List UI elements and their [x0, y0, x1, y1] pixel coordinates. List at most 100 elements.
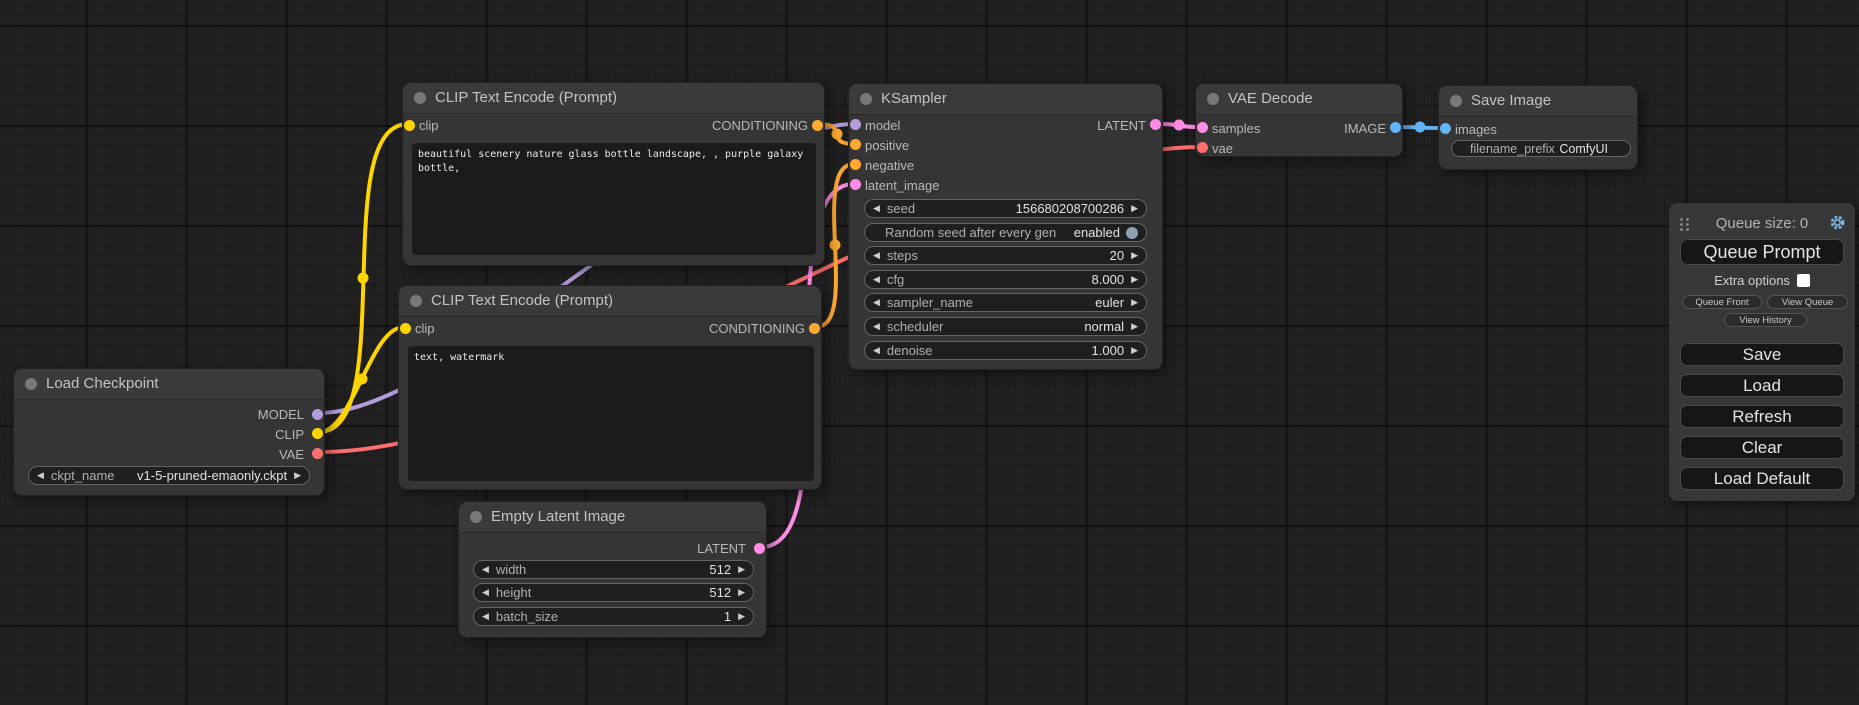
left-arrow-icon[interactable]: ◀ — [873, 341, 880, 360]
gear-icon[interactable] — [1829, 214, 1846, 231]
model-input-port[interactable] — [850, 119, 861, 130]
clip-input-port[interactable] — [404, 120, 415, 131]
left-arrow-icon[interactable]: ◀ — [873, 293, 880, 312]
random-seed-toggle-widget[interactable]: Random seed after every gen enabled — [864, 223, 1147, 242]
widget-label: ckpt_name — [51, 468, 115, 483]
vae-decode-node[interactable]: VAE Decode samples IMAGE vae — [1195, 83, 1403, 157]
node-title-bar[interactable]: KSampler — [849, 84, 1162, 115]
positive-input-port[interactable] — [850, 139, 861, 150]
latent-output-port[interactable] — [754, 543, 765, 554]
steps-widget[interactable]: ◀ steps 20 ▶ — [864, 246, 1147, 265]
node-title-bar[interactable]: CLIP Text Encode (Prompt) — [403, 83, 824, 114]
right-arrow-icon[interactable]: ▶ — [1131, 317, 1138, 336]
image-output-port[interactable] — [1390, 122, 1401, 133]
widget-label: Random seed after every gen — [885, 225, 1056, 240]
vae-output-port[interactable] — [312, 448, 323, 459]
extra-options-checkbox[interactable] — [1797, 274, 1810, 287]
right-arrow-icon[interactable]: ▶ — [1131, 270, 1138, 289]
conditioning-output-port[interactable] — [812, 120, 823, 131]
queue-panel[interactable]: Queue size: 0 Queue Prompt Extra options… — [1669, 203, 1855, 501]
link-midpoint-dot — [357, 374, 368, 385]
right-arrow-icon[interactable]: ▶ — [1131, 199, 1138, 218]
negative-input-port[interactable] — [850, 159, 861, 170]
link-midpoint-dot — [830, 240, 841, 251]
widget-value: 512 — [709, 585, 731, 600]
left-arrow-icon[interactable]: ◀ — [482, 560, 489, 579]
latent-output-port[interactable] — [1150, 119, 1161, 130]
latent-image-input-port[interactable] — [850, 179, 861, 190]
view-history-button[interactable]: View History — [1724, 313, 1807, 327]
save-image-node[interactable]: Save Image images filename_prefix ComfyU… — [1438, 85, 1638, 170]
scheduler-widget[interactable]: ◀ scheduler normal ▶ — [864, 317, 1147, 336]
load-default-button[interactable]: Load Default — [1680, 467, 1844, 490]
right-arrow-icon[interactable]: ▶ — [1131, 293, 1138, 312]
filename-prefix-widget[interactable]: filename_prefix ComfyUI — [1451, 140, 1631, 157]
node-title-bar[interactable]: Save Image — [1439, 86, 1637, 117]
left-arrow-icon[interactable]: ◀ — [873, 317, 880, 336]
queue-prompt-button[interactable]: Queue Prompt — [1680, 239, 1844, 265]
left-arrow-icon[interactable]: ◀ — [482, 583, 489, 602]
view-queue-label: View Queue — [1782, 297, 1834, 308]
model-output-port[interactable] — [312, 409, 323, 420]
cfg-widget[interactable]: ◀ cfg 8.000 ▶ — [864, 270, 1147, 289]
left-arrow-icon[interactable]: ◀ — [482, 607, 489, 626]
collapse-dot[interactable] — [25, 378, 37, 390]
collapse-dot[interactable] — [470, 511, 482, 523]
node-canvas[interactable]: Load Checkpoint MODEL CLIP VAE ◀ ckpt_na… — [0, 0, 1859, 705]
right-arrow-icon[interactable]: ▶ — [738, 560, 745, 579]
batch-size-widget[interactable]: ◀ batch_size 1 ▶ — [473, 607, 754, 626]
samples-input-port[interactable] — [1197, 122, 1208, 133]
save-button[interactable]: Save — [1680, 343, 1844, 366]
output-label-latent: LATENT — [697, 541, 746, 556]
right-arrow-icon[interactable]: ▶ — [738, 583, 745, 602]
clip-text-encode-negative-node[interactable]: CLIP Text Encode (Prompt) clip CONDITION… — [398, 285, 822, 490]
load-button[interactable]: Load — [1680, 374, 1844, 397]
collapse-dot[interactable] — [414, 92, 426, 104]
right-arrow-icon[interactable]: ▶ — [294, 466, 301, 485]
widget-value: enabled — [1074, 225, 1120, 240]
denoise-widget[interactable]: ◀ denoise 1.000 ▶ — [864, 341, 1147, 360]
left-arrow-icon[interactable]: ◀ — [873, 270, 880, 289]
right-arrow-icon[interactable]: ▶ — [1131, 246, 1138, 265]
node-title-bar[interactable]: VAE Decode — [1196, 84, 1402, 115]
sampler-name-widget[interactable]: ◀ sampler_name euler ▶ — [864, 293, 1147, 312]
right-arrow-icon[interactable]: ▶ — [1131, 341, 1138, 360]
node-title-bar[interactable]: Empty Latent Image — [459, 502, 766, 533]
widget-label: batch_size — [496, 609, 558, 624]
collapse-dot[interactable] — [860, 93, 872, 105]
collapse-dot[interactable] — [1207, 93, 1219, 105]
collapse-dot[interactable] — [1450, 95, 1462, 107]
left-arrow-icon[interactable]: ◀ — [873, 246, 880, 265]
left-arrow-icon[interactable]: ◀ — [873, 199, 880, 218]
empty-latent-image-node[interactable]: Empty Latent Image LATENT ◀ width 512 ▶ … — [458, 501, 767, 638]
negative-prompt-textarea[interactable]: text, watermark — [408, 346, 814, 481]
load-checkpoint-node[interactable]: Load Checkpoint MODEL CLIP VAE ◀ ckpt_na… — [13, 368, 325, 496]
width-widget[interactable]: ◀ width 512 ▶ — [473, 560, 754, 579]
left-arrow-icon[interactable]: ◀ — [37, 466, 44, 485]
clear-button[interactable]: Clear — [1680, 436, 1844, 459]
widget-label: sampler_name — [887, 295, 973, 310]
right-arrow-icon[interactable]: ▶ — [738, 607, 745, 626]
clip-output-port[interactable] — [312, 428, 323, 439]
node-title-bar[interactable]: CLIP Text Encode (Prompt) — [399, 286, 821, 317]
ksampler-node[interactable]: KSampler model LATENT positive negative … — [848, 83, 1163, 370]
conditioning-output-port[interactable] — [809, 323, 820, 334]
output-label-conditioning: CONDITIONING — [709, 321, 805, 336]
ckpt-name-widget[interactable]: ◀ ckpt_name v1-5-pruned-emaonly.ckpt ▶ — [28, 466, 310, 485]
widget-label: denoise — [887, 343, 933, 358]
positive-prompt-textarea[interactable]: beautiful scenery nature glass bottle la… — [412, 143, 816, 255]
toggle-knob-icon[interactable] — [1126, 227, 1138, 239]
images-input-port[interactable] — [1440, 123, 1451, 134]
collapse-dot[interactable] — [410, 295, 422, 307]
output-label-image: IMAGE — [1344, 121, 1386, 136]
clip-text-encode-positive-node[interactable]: CLIP Text Encode (Prompt) clip CONDITION… — [402, 82, 825, 266]
vae-input-port[interactable] — [1197, 142, 1208, 153]
input-label-negative: negative — [865, 158, 914, 173]
seed-widget[interactable]: ◀ seed 156680208700286 ▶ — [864, 199, 1147, 218]
queue-front-button[interactable]: Queue Front — [1682, 295, 1762, 309]
view-queue-button[interactable]: View Queue — [1767, 295, 1848, 309]
refresh-button[interactable]: Refresh — [1680, 405, 1844, 428]
clip-input-port[interactable] — [400, 323, 411, 334]
height-widget[interactable]: ◀ height 512 ▶ — [473, 583, 754, 602]
node-title-bar[interactable]: Load Checkpoint — [14, 369, 324, 400]
